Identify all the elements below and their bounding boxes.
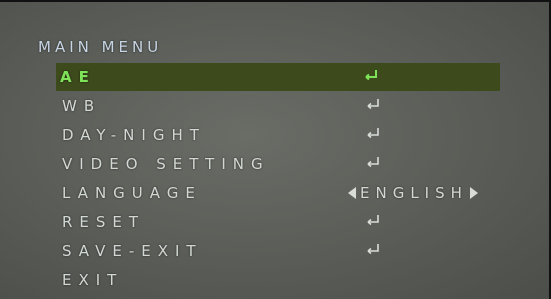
menu-item-label: RESET	[62, 213, 146, 231]
language-selector[interactable]: ENGLISH	[348, 179, 478, 207]
enter-icon	[366, 243, 380, 255]
menu-item-exit[interactable]: EXIT	[58, 266, 500, 294]
menu-item-label: AE	[60, 68, 96, 86]
menu-item-language[interactable]: LANGUAGE ENGLISH	[58, 179, 500, 207]
enter-icon	[364, 69, 378, 81]
menu-item-day-night[interactable]: DAY-NIGHT	[58, 121, 500, 149]
language-value: ENGLISH	[360, 184, 468, 202]
enter-icon	[366, 156, 380, 168]
enter-icon	[366, 98, 380, 110]
enter-icon	[366, 214, 380, 226]
menu-item-label: SAVE-EXIT	[62, 242, 203, 260]
menu-item-label: WB	[62, 97, 102, 115]
menu-item-wb[interactable]: WB	[58, 92, 500, 120]
menu-item-label: LANGUAGE	[62, 184, 202, 202]
menu-item-save-exit[interactable]: SAVE-EXIT	[58, 237, 500, 265]
enter-icon	[366, 127, 380, 139]
menu-title: MAIN MENU	[38, 38, 163, 56]
menu-item-label: EXIT	[62, 271, 124, 289]
menu-item-reset[interactable]: RESET	[58, 208, 500, 236]
arrow-right-icon[interactable]	[469, 187, 478, 199]
arrow-left-icon[interactable]	[348, 187, 356, 199]
osd-screen: MAIN MENU AE WB DAY-NIGHT VIDEO SETTING …	[0, 0, 551, 299]
menu-item-label: VIDEO SETTING	[62, 155, 270, 173]
menu-item-video-setting[interactable]: VIDEO SETTING	[58, 150, 500, 178]
menu-item-label: DAY-NIGHT	[62, 126, 206, 144]
menu-item-ae[interactable]: AE	[56, 63, 500, 91]
